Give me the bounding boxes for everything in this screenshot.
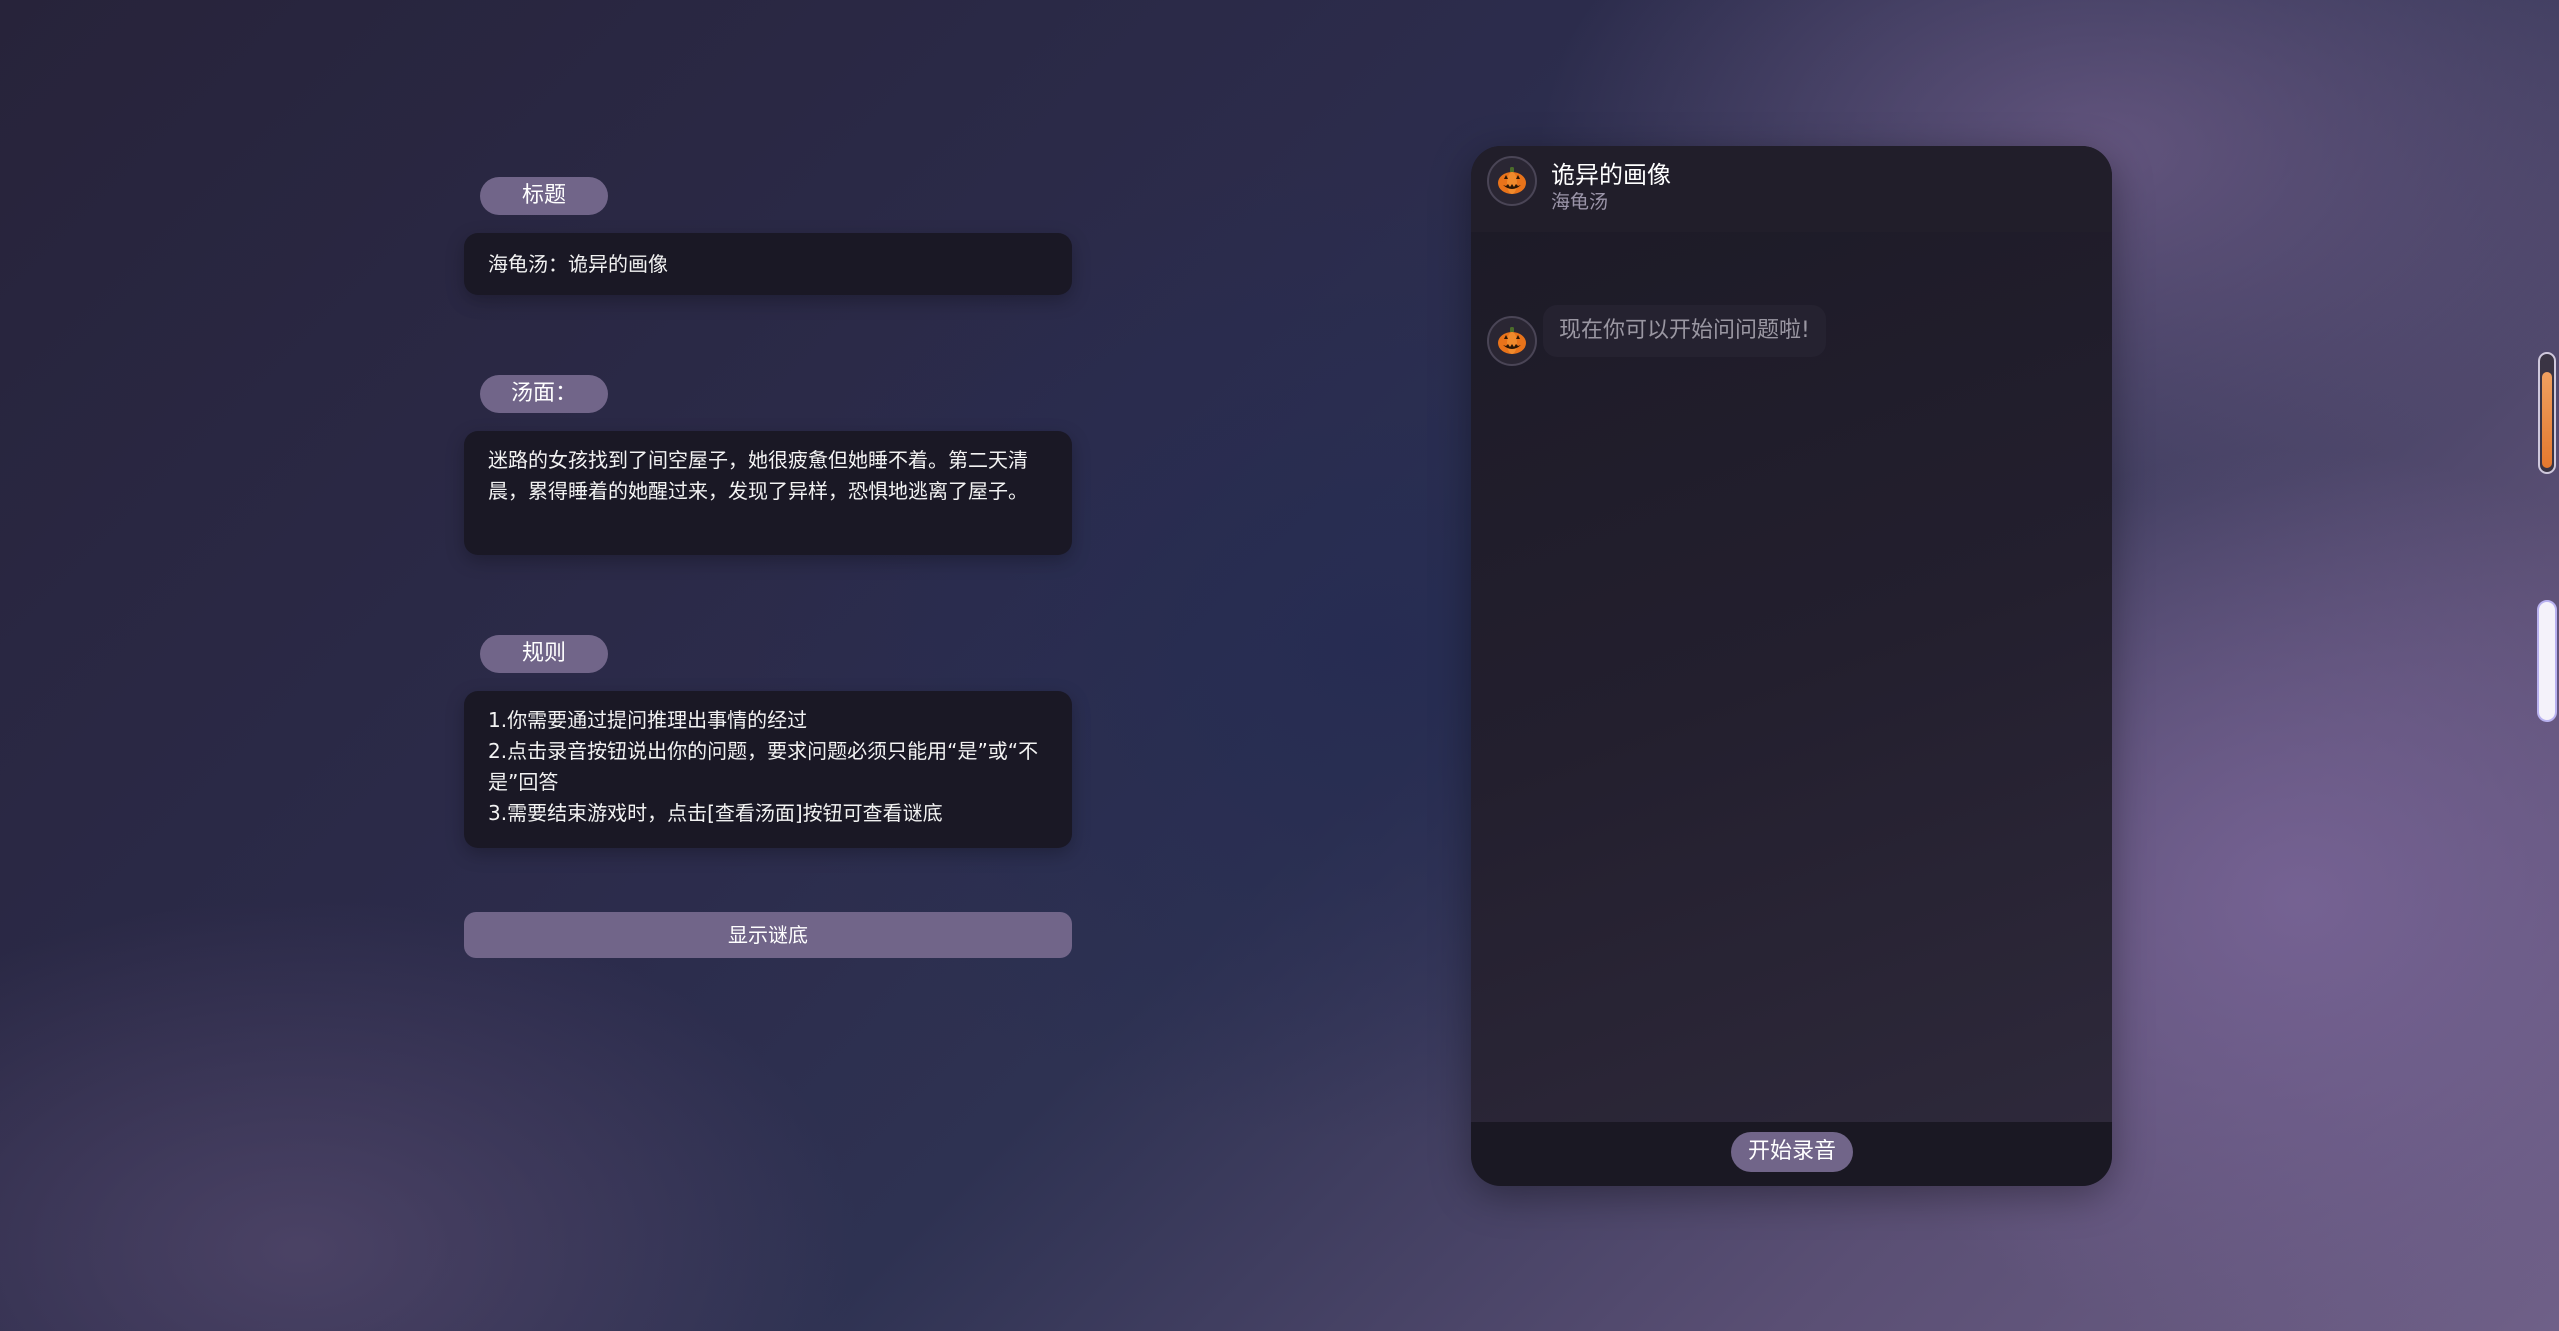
chat-messages[interactable]: 现在你可以开始问问题啦! (1471, 232, 2112, 1122)
soup-label: 汤面： (480, 375, 608, 413)
chat-panel: 诡异的画像 海龟汤 现在你可以开始问问题啦! 开始录音 (1471, 146, 2112, 1186)
show-answer-button[interactable]: 显示谜底 (464, 912, 1072, 958)
start-recording-button[interactable]: 开始录音 (1731, 1132, 1853, 1172)
chat-title: 诡异的画像 (1551, 161, 1671, 189)
title-label: 标题 (480, 177, 608, 215)
pumpkin-icon (1498, 327, 1526, 354)
chat-footer: 开始录音 (1471, 1122, 2112, 1186)
message-bubble: 现在你可以开始问问题啦! (1543, 305, 1826, 357)
rule-item: 1.你需要通过提问推理出事情的经过 (488, 708, 808, 732)
scrollbar-handle[interactable] (2537, 600, 2557, 722)
chat-subtitle: 海龟汤 (1551, 191, 1609, 213)
pumpkin-icon (1498, 167, 1526, 194)
scrollbar-thumb[interactable] (2542, 372, 2552, 468)
title-value: 海龟汤：诡异的画像 (464, 233, 1072, 295)
avatar (1487, 316, 1537, 366)
rules-label: 规则 (480, 635, 608, 673)
rule-item: 3.需要结束游戏时，点击[查看汤面]按钮可查看谜底 (488, 801, 943, 825)
scrollbar[interactable] (2538, 352, 2556, 474)
soup-text: 迷路的女孩找到了间空屋子，她很疲惫但她睡不着。第二天清晨，累得睡着的她醒过来，发… (464, 431, 1072, 555)
rules-list: 1.你需要通过提问推理出事情的经过 2.点击录音按钮说出你的问题，要求问题必须只… (464, 691, 1072, 848)
rule-item: 2.点击录音按钮说出你的问题，要求问题必须只能用“是”或“不是”回答 (488, 739, 1039, 794)
avatar (1487, 156, 1537, 206)
chat-header: 诡异的画像 海龟汤 (1471, 146, 2112, 232)
